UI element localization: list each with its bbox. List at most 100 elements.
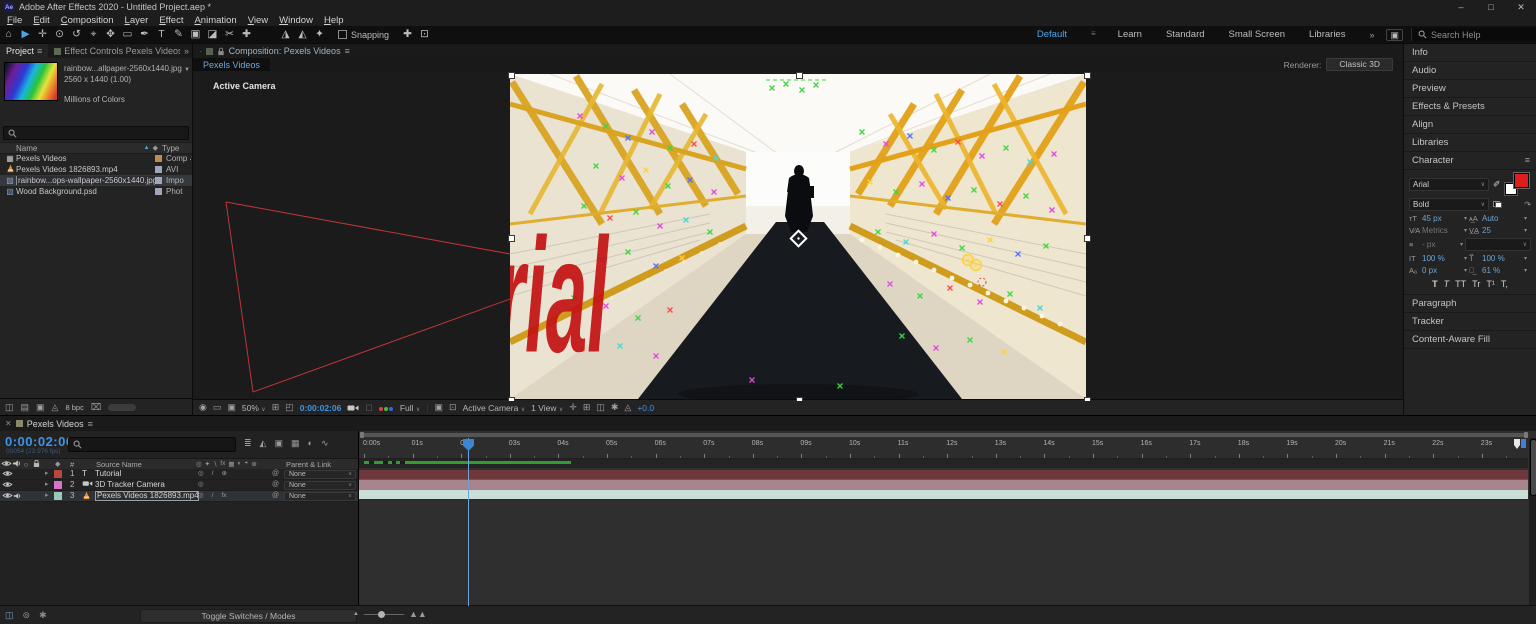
parent-link-dropdown[interactable]: None ∨: [284, 470, 356, 479]
unified-camera-tool[interactable]: ⌖: [85, 26, 102, 43]
layer-label-swatch[interactable]: [54, 481, 62, 489]
layer-name[interactable]: Pexels Videos 1826893.mp4: [95, 491, 199, 501]
faux-style-5[interactable]: T,: [1501, 279, 1508, 289]
pick-whip-icon[interactable]: @: [272, 469, 279, 479]
tab-overflow-icon[interactable]: »: [184, 46, 192, 56]
layer-switches[interactable]: ◎ / ⊕: [198, 469, 227, 479]
menu-animation[interactable]: Animation: [194, 15, 236, 26]
snap-options-2-icon[interactable]: ⊡: [416, 26, 433, 43]
shape-tool[interactable]: ▭: [119, 26, 136, 43]
panel-paragraph[interactable]: Paragraph: [1404, 295, 1536, 313]
baseline-shift-field[interactable]: Aₐ 0 px ▾: [1409, 266, 1469, 275]
stroke-style-select[interactable]: ∨: [1465, 238, 1531, 251]
eye-icon[interactable]: [2, 481, 13, 490]
column-number[interactable]: #: [70, 460, 74, 469]
panel-libraries[interactable]: Libraries: [1404, 134, 1536, 152]
composition-viewport[interactable]: Active Camera ial: [193, 71, 1403, 401]
project-search-input[interactable]: [3, 126, 189, 140]
fill-stroke-swatches[interactable]: [1504, 172, 1531, 196]
faux-style-1[interactable]: T: [1444, 279, 1450, 289]
layer-label-swatch[interactable]: [54, 470, 62, 478]
show-snapshot-icon[interactable]: ◻: [365, 402, 372, 413]
panel-menu-icon[interactable]: ≡: [345, 46, 350, 56]
solo-column-icon[interactable]: ○: [21, 460, 31, 469]
selection-handle[interactable]: [508, 397, 515, 401]
layer-name[interactable]: 3D Tracker Camera: [95, 480, 165, 490]
workspace-libraries[interactable]: Libraries: [1309, 29, 1345, 40]
vertical-scale-field[interactable]: IT 100 % ▾: [1409, 254, 1469, 263]
expand-icon[interactable]: ▸: [45, 469, 49, 479]
delete-icon[interactable]: ⌧: [91, 402, 101, 413]
video-column-icon[interactable]: [1, 460, 11, 469]
playhead-line[interactable]: [468, 438, 469, 606]
panel-tracker[interactable]: Tracker: [1404, 313, 1536, 331]
time-ruler[interactable]: 0:00s01s02s03s04s05s06s07s08s09s10s11s12…: [359, 438, 1536, 459]
minimize-button[interactable]: –: [1446, 0, 1476, 14]
adjust-icon[interactable]: ◬: [52, 402, 59, 413]
maximize-button[interactable]: □: [1476, 0, 1506, 14]
tab-project[interactable]: Project ≡: [0, 44, 49, 58]
tab-effect-controls[interactable]: Effect Controls Pexels Videos 1: [48, 44, 180, 58]
timeline-option-icon-0[interactable]: ≣: [244, 438, 252, 449]
eyedropper-icon[interactable]: ✐: [1493, 179, 1501, 190]
faux-style-2[interactable]: TT: [1455, 279, 1466, 289]
timeline-icon[interactable]: ◫: [596, 402, 605, 413]
switch-header-icon-0[interactable]: ◎: [196, 460, 202, 468]
flowchart-icon[interactable]: ✱: [611, 402, 619, 413]
project-item[interactable]: Pexels Videos 1826893.mp4 AVI: [0, 164, 192, 175]
leading-field[interactable]: ᴀ̲A Auto ▾: [1469, 214, 1529, 223]
footage-thumbnail[interactable]: [4, 62, 58, 101]
swap-fill-stroke-icon[interactable]: ↷: [1524, 200, 1531, 209]
selection-handle[interactable]: [1084, 397, 1091, 401]
menu-composition[interactable]: Composition: [61, 15, 114, 26]
transparency-grid-icon[interactable]: ⊡: [449, 402, 457, 413]
font-family-select[interactable]: Arial ∨: [1409, 177, 1489, 191]
stroke-width-field[interactable]: ≡ - px ▾: [1409, 240, 1465, 249]
panel-menu-icon[interactable]: ≡: [88, 419, 93, 429]
snapping-toggle[interactable]: Snapping: [338, 30, 389, 40]
renderer-button[interactable]: Classic 3D: [1326, 58, 1393, 71]
vertical-scrollbar[interactable]: [1529, 438, 1536, 606]
selection-handle[interactable]: [508, 235, 515, 242]
faux-style-0[interactable]: T: [1432, 279, 1438, 289]
region-of-interest-icon[interactable]: ▣: [435, 402, 444, 413]
label-color-swatch[interactable]: [155, 166, 162, 173]
reset-exposure-icon[interactable]: ◬: [624, 402, 631, 413]
layer-switches[interactable]: ◎: [198, 480, 204, 490]
workspace-overflow-icon[interactable]: »: [1369, 30, 1374, 40]
audio-column-icon[interactable]: [11, 459, 21, 470]
expand-icon[interactable]: ▸: [45, 480, 49, 490]
layer-row[interactable]: ▸ 2 3D Tracker Camera ◎ @ None ∨: [0, 480, 358, 491]
project-item[interactable]: ▨ rainbow...ops-wallpaper-2560x1440.jpg Im…: [0, 175, 192, 186]
fill-color-swatch[interactable]: [1513, 172, 1530, 189]
snapshot-icon[interactable]: [347, 404, 359, 412]
tab-composition-label[interactable]: Composition: Pexels Videos: [229, 46, 341, 56]
selection-handle[interactable]: [796, 72, 803, 79]
show-channel-icon[interactable]: [378, 403, 394, 413]
timeline-search-input[interactable]: [68, 437, 236, 452]
magnification-dropdown[interactable]: 50% ∨: [242, 403, 266, 413]
puppet-tool[interactable]: ✚: [238, 26, 255, 43]
column-type[interactable]: Type: [162, 144, 192, 153]
home-tool[interactable]: ⌂: [0, 26, 17, 43]
exposure-value[interactable]: +0.0: [637, 403, 654, 413]
snapping-checkbox[interactable]: [338, 30, 347, 39]
switch-header-icon-4[interactable]: ▦: [228, 460, 234, 468]
clone-stamp-tool[interactable]: ▣: [187, 26, 204, 43]
panel-preview[interactable]: Preview: [1404, 80, 1536, 98]
switch-header-icon-7[interactable]: ⊕: [251, 460, 256, 468]
chevron-down-icon[interactable]: ▼: [184, 67, 190, 73]
menu-window[interactable]: Window: [279, 15, 313, 26]
project-bit-depth[interactable]: 8 bpc: [65, 403, 83, 412]
rotate-tool[interactable]: ↺: [68, 26, 85, 43]
axis-world-icon[interactable]: ◭: [294, 26, 311, 43]
interpret-footage-icon[interactable]: ◫: [5, 402, 14, 413]
panel-info[interactable]: Info: [1404, 44, 1536, 62]
speaker-icon[interactable]: [13, 492, 21, 502]
switch-header-icon-1[interactable]: ✦: [205, 460, 210, 468]
pixel-aspect-icon[interactable]: ✛: [569, 402, 577, 413]
faux-style-4[interactable]: T¹: [1486, 279, 1495, 289]
workspace-standard[interactable]: Standard: [1166, 29, 1205, 40]
menu-view[interactable]: View: [248, 15, 268, 26]
selection-tool[interactable]: ▶: [17, 26, 34, 43]
